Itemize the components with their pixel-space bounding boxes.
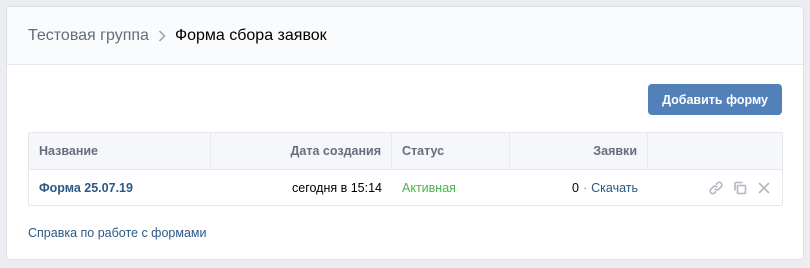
- table-row: Форма 25.07.19 сегодня в 15:14 Активная …: [29, 170, 782, 205]
- table-header-row: Название Дата создания Статус Заявки: [29, 133, 782, 170]
- column-header-actions: [648, 133, 782, 169]
- cell-status: Активная: [392, 170, 510, 205]
- cell-name: Форма 25.07.19: [29, 170, 211, 205]
- requests-count: 0: [572, 180, 579, 195]
- add-form-button[interactable]: Добавить форму: [648, 84, 782, 115]
- cell-requests: 0 · Скачать: [510, 170, 648, 205]
- link-icon[interactable]: [708, 180, 724, 196]
- chevron-right-icon: [149, 29, 175, 43]
- column-header-status[interactable]: Статус: [392, 133, 510, 169]
- copy-icon[interactable]: [732, 180, 748, 196]
- created-date: сегодня в 15:14: [292, 180, 382, 195]
- row-actions: [648, 170, 782, 205]
- column-header-created[interactable]: Дата создания: [211, 133, 392, 169]
- close-icon[interactable]: [756, 180, 772, 196]
- column-header-requests[interactable]: Заявки: [510, 133, 648, 169]
- download-link[interactable]: Скачать: [591, 181, 638, 195]
- column-header-name[interactable]: Название: [29, 133, 211, 169]
- breadcrumb: Тестовая группа Форма сбора заявок: [7, 7, 803, 65]
- help-link[interactable]: Справка по работе с формами: [28, 226, 207, 240]
- separator-dot: ·: [582, 180, 588, 195]
- page-title: Форма сбора заявок: [174, 26, 327, 44]
- cell-created: сегодня в 15:14: [211, 170, 392, 205]
- status-badge: Активная: [402, 180, 456, 195]
- forms-table: Название Дата создания Статус Заявки Фор…: [28, 132, 783, 206]
- form-name-link[interactable]: Форма 25.07.19: [39, 181, 133, 195]
- breadcrumb-parent-link[interactable]: Тестовая группа: [28, 27, 149, 45]
- forms-panel: Тестовая группа Форма сбора заявок Добав…: [6, 6, 804, 260]
